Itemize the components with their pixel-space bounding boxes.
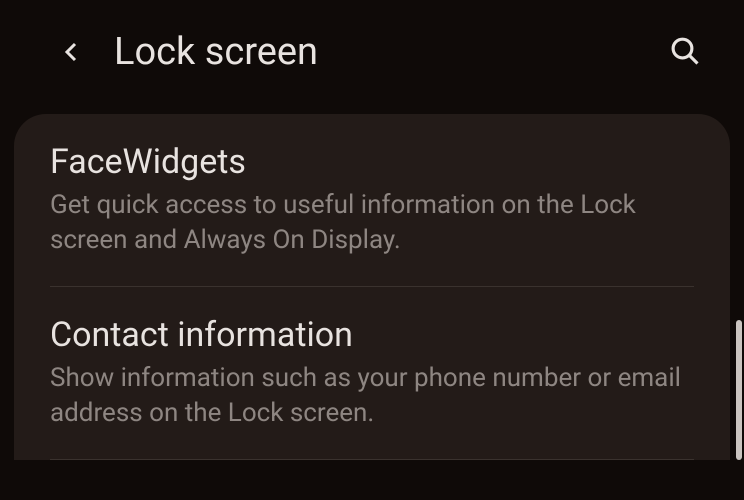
item-title: Contact information [50,315,694,355]
divider [50,459,694,460]
scrollbar[interactable] [736,320,742,460]
settings-list: FaceWidgets Get quick access to useful i… [14,114,730,460]
page-title: Lock screen [114,30,642,74]
app-header: Lock screen [0,0,744,114]
search-icon[interactable] [670,36,702,68]
back-icon[interactable] [58,38,86,66]
item-description: Get quick access to useful information o… [50,188,694,258]
item-description: Show information such as your phone numb… [50,361,694,431]
list-item-facewidgets[interactable]: FaceWidgets Get quick access to useful i… [14,114,730,286]
list-item-contact-information[interactable]: Contact information Show information suc… [14,287,730,459]
item-title: FaceWidgets [50,142,694,182]
